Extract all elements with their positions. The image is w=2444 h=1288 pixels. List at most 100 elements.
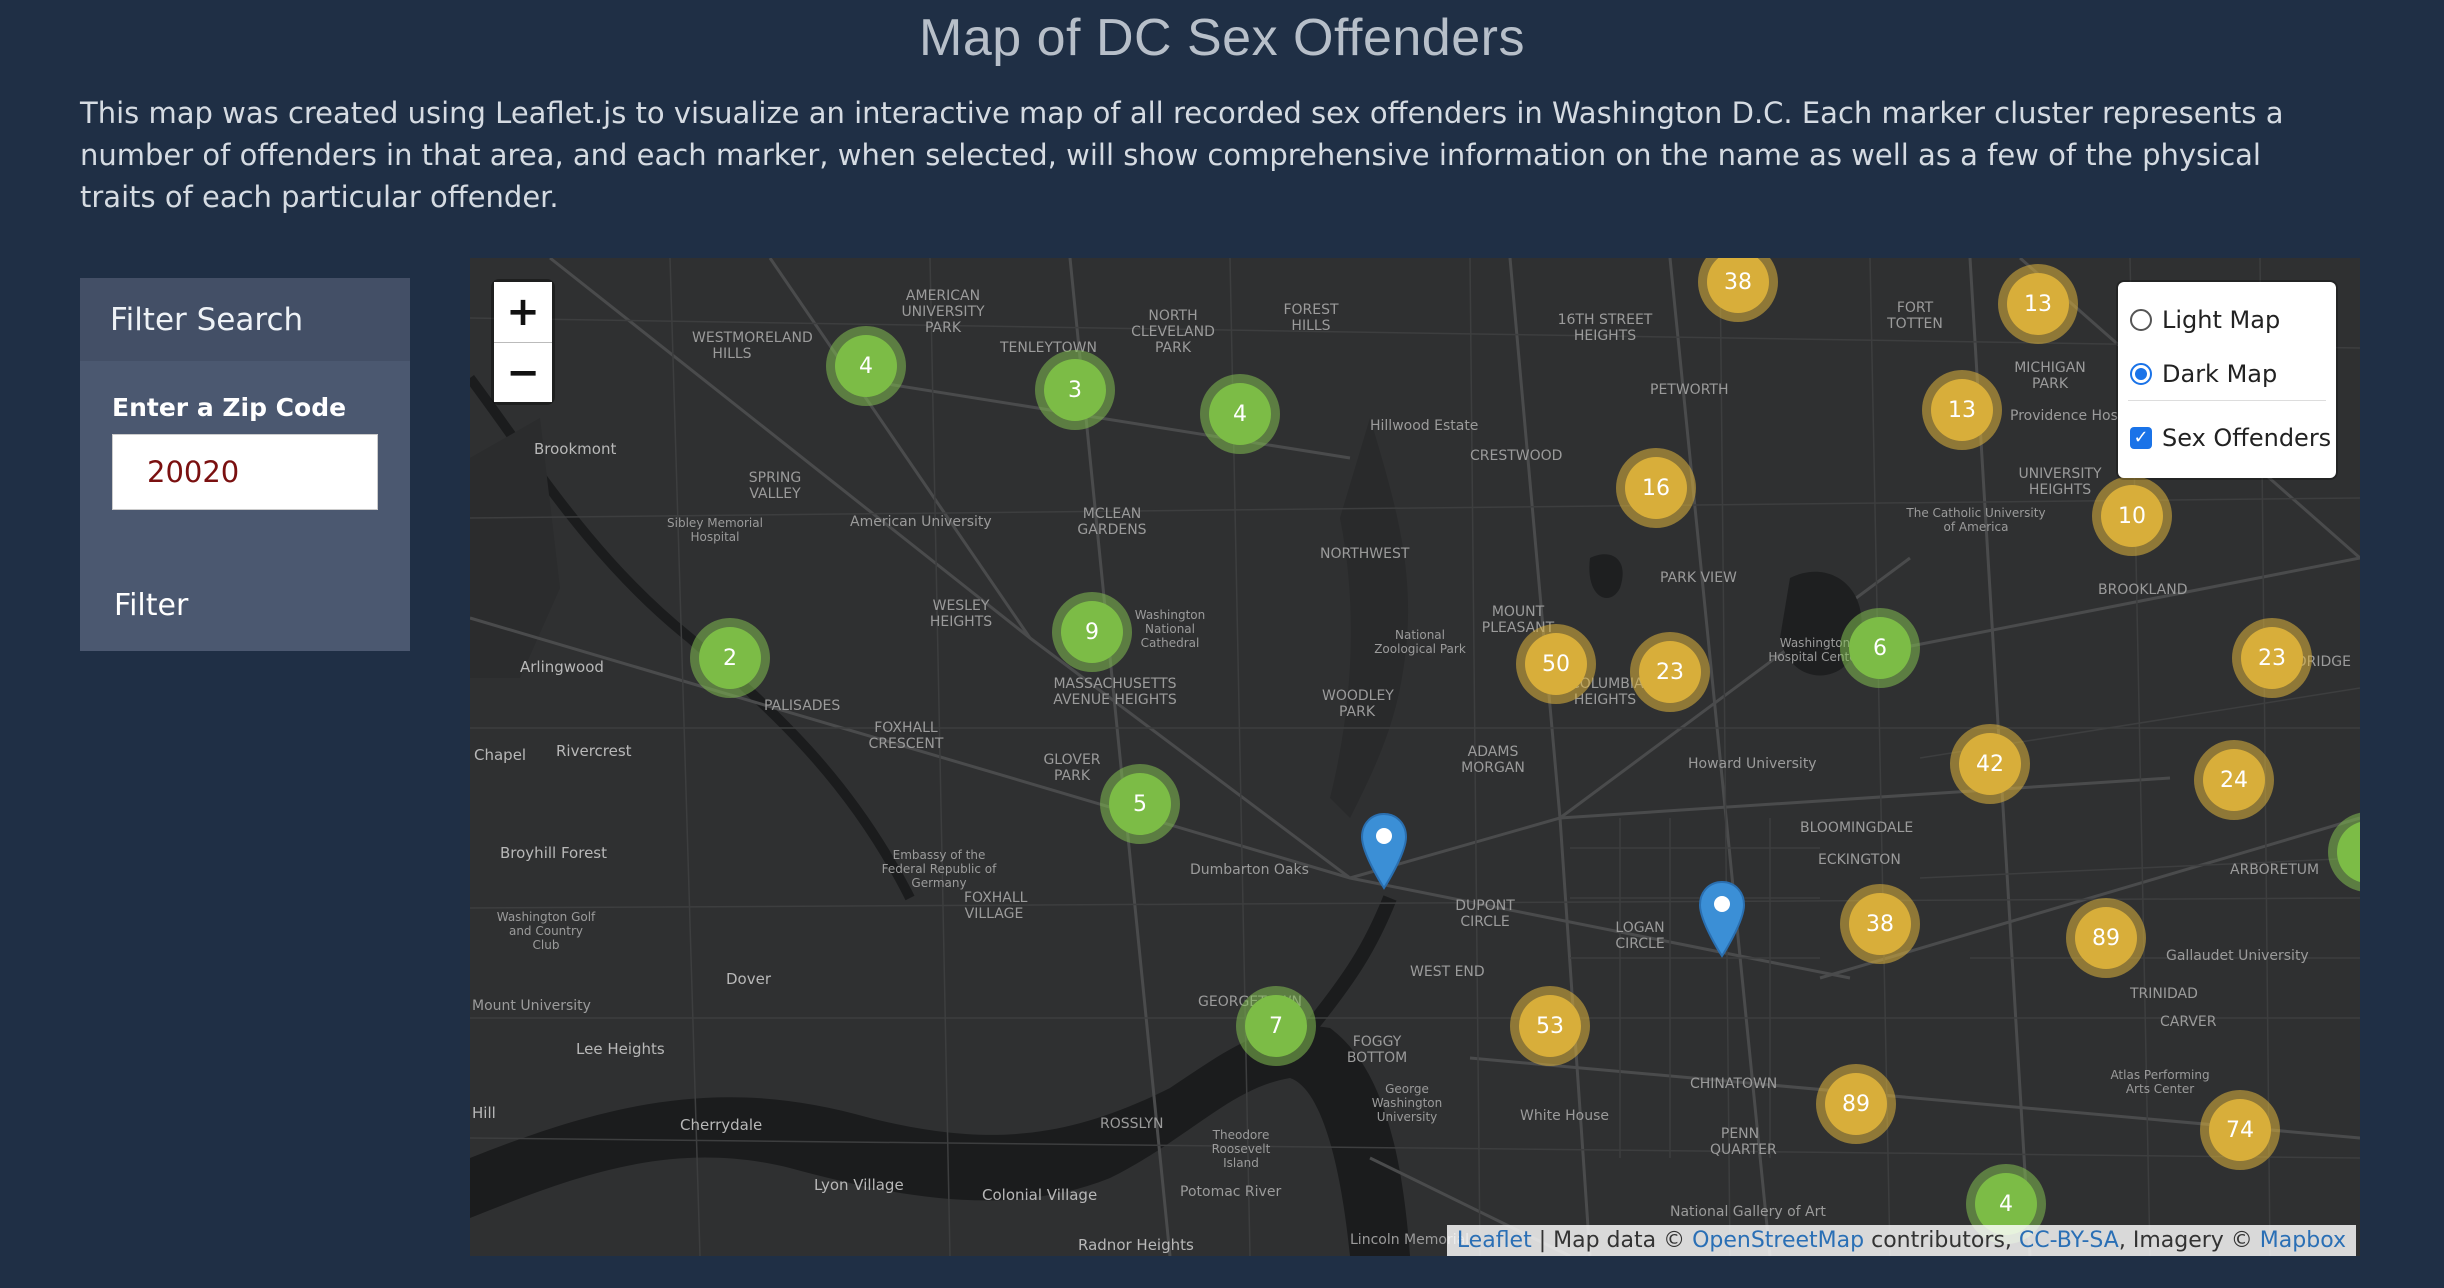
place-label: BLOOMINGDALE [1800, 820, 1914, 836]
place-label: Radnor Heights [1078, 1236, 1194, 1254]
light-map-label: Light Map [2162, 306, 2281, 334]
place-label: Brookmont [534, 440, 617, 458]
place-label: Atlas Performing Arts Center [2110, 1068, 2210, 1096]
place-label: CHINATOWN [1690, 1076, 1778, 1092]
cluster-marker[interactable]: 4 [1200, 374, 1280, 454]
openstreetmap-link[interactable]: OpenStreetMap [1692, 1228, 1864, 1253]
place-label: BROOKLAND [2098, 582, 2188, 598]
cluster-count: 23 [1639, 641, 1701, 703]
cluster-marker[interactable]: 16 [1616, 448, 1696, 528]
cluster-marker[interactable]: 23 [2232, 618, 2312, 698]
cluster-marker[interactable]: 5 [1100, 764, 1180, 844]
place-label: 16TH STREET HEIGHTS [1557, 312, 1653, 344]
place-label: ADAMS MORGAN [1461, 744, 1525, 776]
map[interactable]: AMERICAN UNIVERSITY PARK WESTMORELAND HI… [470, 258, 2360, 1256]
place-label: LOGAN CIRCLE [1615, 920, 1665, 952]
zoom-out-button[interactable]: − [494, 342, 552, 402]
cluster-marker[interactable]: 53 [1510, 986, 1590, 1066]
cluster-marker[interactable]: 74 [2200, 1090, 2280, 1170]
dark-map-option[interactable]: Dark Map [2130, 360, 2277, 388]
place-label: Washington National Cathedral [1134, 608, 1206, 650]
cluster-count: 13 [1931, 379, 1993, 441]
place-label: National Gallery of Art [1670, 1204, 1826, 1220]
cluster-count: 38 [1849, 893, 1911, 955]
place-label: George Washington University [1371, 1082, 1443, 1124]
zip-code-label: Enter a Zip Code [112, 393, 347, 422]
offender-marker[interactable] [1698, 880, 1746, 958]
cluster-count: 23 [2241, 627, 2303, 689]
sex-offenders-label: Sex Offenders [2162, 424, 2332, 452]
sex-offenders-overlay[interactable]: ✓ Sex Offenders [2130, 424, 2331, 452]
place-label: The Catholic University of America [1906, 506, 2046, 534]
cluster-marker[interactable]: 23 [1630, 632, 1710, 712]
cluster-marker[interactable]: 3 [1035, 350, 1115, 430]
place-label: DUPONT CIRCLE [1455, 898, 1515, 930]
cluster-count: 9 [1061, 601, 1123, 663]
place-label: GLOVER PARK [1043, 752, 1101, 784]
cluster-count: 38 [1707, 258, 1769, 313]
cluster-marker[interactable]: 4 [826, 326, 906, 406]
dark-map-radio[interactable] [2130, 363, 2152, 385]
place-label: WEST END [1410, 964, 1485, 980]
cluster-marker[interactable]: 2 [690, 618, 770, 698]
place-label: MICHIGAN PARK [2014, 360, 2086, 392]
light-map-option[interactable]: Light Map [2130, 306, 2280, 334]
dark-map-label: Dark Map [2162, 360, 2278, 388]
place-label: NORTHWEST [1320, 546, 1410, 562]
zoom-in-button[interactable]: + [494, 282, 552, 342]
cluster-marker[interactable]: 9 [1052, 592, 1132, 672]
cluster-marker[interactable]: 42 [1950, 724, 2030, 804]
leaflet-link[interactable]: Leaflet [1457, 1228, 1532, 1253]
cluster-marker[interactable]: 89 [2066, 898, 2146, 978]
place-label: Washington Golf and Country Club [496, 910, 596, 952]
intro-paragraph: This map was created using Leaflet.js to… [80, 96, 2284, 214]
place-label: National Zoological Park [1374, 628, 1466, 656]
place-label: White House [1520, 1108, 1610, 1124]
cluster-count: 50 [1525, 633, 1587, 695]
filter-button[interactable]: Filter [114, 588, 188, 623]
cluster-marker[interactable]: 6 [1840, 608, 1920, 688]
cluster-count [2337, 821, 2360, 883]
place-label: Lyon Village [814, 1176, 904, 1194]
cluster-count: 10 [2101, 485, 2163, 547]
place-label: Sibley Memorial Hospital [667, 516, 763, 544]
cluster-marker[interactable]: 24 [2194, 740, 2274, 820]
zip-code-input[interactable] [112, 434, 378, 510]
place-label: MASSACHUSETTS AVENUE HEIGHTS [1053, 676, 1177, 708]
cluster-count: 5 [1109, 773, 1171, 835]
cluster-marker[interactable]: 7 [1236, 986, 1316, 1066]
cluster-marker[interactable]: 13 [1922, 370, 2002, 450]
place-label: FOGGY BOTTOM [1346, 1034, 1408, 1066]
cluster-marker[interactable]: 89 [1816, 1064, 1896, 1144]
cluster-count: 2 [699, 627, 761, 689]
place-label: ECKINGTON [1818, 852, 1901, 868]
place-label: NORTH CLEVELAND PARK [1131, 308, 1215, 356]
cluster-marker[interactable]: 10 [2092, 476, 2172, 556]
cluster-count: 4 [1209, 383, 1271, 445]
mapbox-link[interactable]: Mapbox [2260, 1228, 2346, 1253]
place-label: PALISADES [764, 698, 841, 714]
license-link[interactable]: CC-BY-SA [2019, 1228, 2119, 1253]
place-label: CARVER [2160, 1014, 2217, 1030]
place-label: MCLEAN GARDENS [1077, 506, 1147, 538]
place-label: PENN QUARTER [1710, 1126, 1777, 1158]
place-label: CRESTWOOD [1470, 448, 1563, 464]
cluster-count: 16 [1625, 457, 1687, 519]
place-label: PARK VIEW [1660, 570, 1737, 586]
cluster-marker[interactable]: 38 [1840, 884, 1920, 964]
offender-marker[interactable] [1360, 812, 1408, 890]
place-label: WESLEY HEIGHTS [929, 598, 993, 630]
zoom-control: + − [494, 282, 552, 402]
place-label: Chapel [474, 746, 527, 764]
place-label: Cherrydale [680, 1116, 763, 1134]
place-label: Mount University [472, 998, 591, 1014]
cluster-marker[interactable]: 50 [1516, 624, 1596, 704]
light-map-radio[interactable] [2130, 309, 2152, 331]
cluster-marker[interactable]: 13 [1998, 264, 2078, 344]
place-label: UNIVERSITY HEIGHTS [2018, 466, 2102, 498]
place-label: AMERICAN UNIVERSITY PARK [901, 288, 985, 336]
place-label: FOXHALL CRESCENT [868, 720, 944, 752]
sex-offenders-checkbox[interactable]: ✓ [2130, 427, 2152, 449]
place-label: American University [850, 514, 992, 530]
place-label: ROSSLYN [1100, 1116, 1164, 1132]
